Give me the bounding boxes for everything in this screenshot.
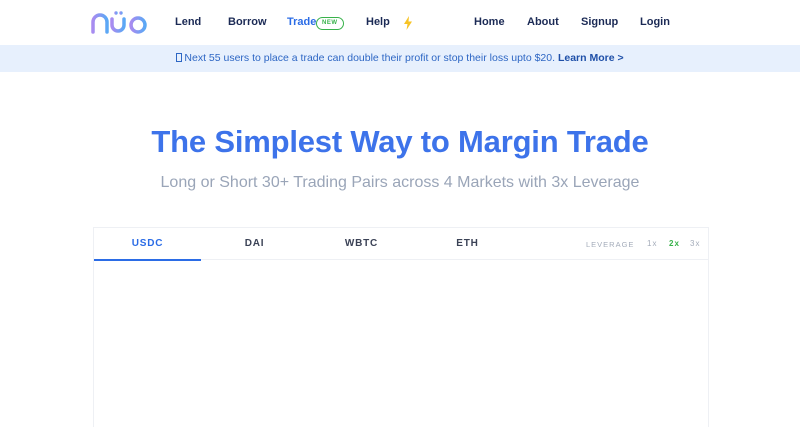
- nuo-logo[interactable]: [90, 10, 148, 34]
- new-badge: NEW: [316, 17, 344, 30]
- nav-help[interactable]: Help: [366, 16, 390, 28]
- leverage-label: LEVERAGE: [586, 240, 635, 249]
- nav-lend[interactable]: Lend: [175, 16, 201, 28]
- tab-usdc[interactable]: USDC: [94, 228, 201, 261]
- announcement-bar: Next 55 users to place a trade can doubl…: [0, 45, 800, 72]
- tab-wbtc[interactable]: WBTC: [308, 228, 415, 260]
- market-tabs: USDC DAI WBTC ETH LEVERAGE 1x 2x 3x: [94, 228, 708, 261]
- hero-title: The Simplest Way to Margin Trade: [151, 124, 649, 159]
- leverage-3x[interactable]: 3x: [690, 239, 700, 248]
- nav-about[interactable]: About: [527, 16, 559, 28]
- nav-home[interactable]: Home: [474, 16, 505, 28]
- announcement-text: Next 55 users to place a trade can doubl…: [184, 52, 556, 64]
- nav-trade[interactable]: Trade: [287, 16, 316, 28]
- tab-dai[interactable]: DAI: [201, 228, 308, 260]
- nav-borrow[interactable]: Borrow: [228, 16, 267, 28]
- nav-login[interactable]: Login: [640, 16, 670, 28]
- missing-glyph-icon: [176, 53, 183, 62]
- trade-panel: USDC DAI WBTC ETH LEVERAGE 1x 2x 3x: [93, 227, 709, 427]
- learn-more-link[interactable]: Learn More >: [558, 52, 624, 64]
- nav-signup[interactable]: Signup: [581, 16, 618, 28]
- leverage-1x[interactable]: 1x: [647, 239, 657, 248]
- leverage-2x[interactable]: 2x: [669, 239, 680, 248]
- hero-subtitle: Long or Short 30+ Trading Pairs across 4…: [160, 174, 640, 191]
- tab-eth[interactable]: ETH: [414, 228, 521, 260]
- top-navigation: Lend Borrow Trade NEW Help Home About Si…: [0, 0, 800, 45]
- lightning-icon[interactable]: [403, 16, 413, 30]
